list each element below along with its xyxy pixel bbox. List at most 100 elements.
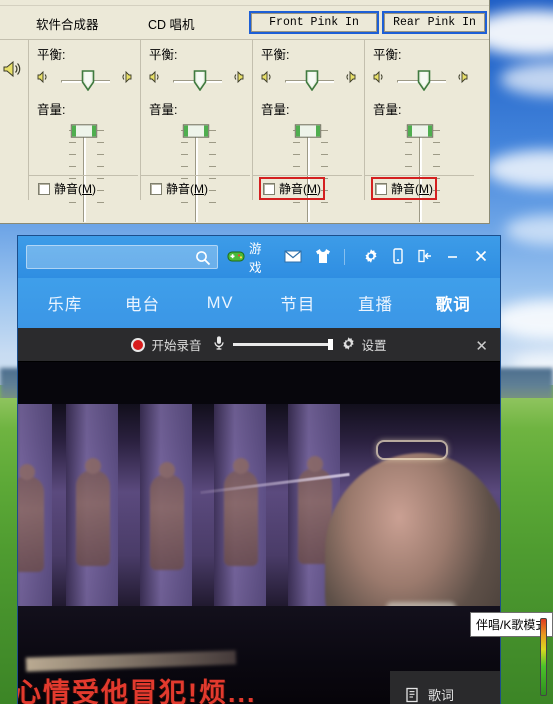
balance-slider-row — [149, 65, 250, 95]
player-context-menu-top: 歌词 MV K 歌 — [390, 671, 500, 704]
volume-slider-wrap — [373, 120, 474, 225]
volume-slider-wrap — [37, 120, 138, 225]
mic-level-thumb[interactable] — [327, 339, 333, 350]
minimize-button[interactable] — [442, 246, 464, 269]
tab-program[interactable]: 节目 — [259, 291, 337, 315]
volume-mixer-window: 软件合成器 CD 唱机 Front Pink In Rear Pink In 平… — [0, 0, 490, 224]
mute-row: 静音(M) — [141, 175, 250, 201]
singer-glasses — [376, 440, 448, 460]
tab-lyrics[interactable]: 歌词 — [414, 291, 492, 315]
mute-label: 静音(M) — [166, 182, 209, 196]
volume-ticks-left — [181, 130, 188, 214]
volume-track[interactable] — [307, 126, 310, 222]
login-button[interactable] — [414, 246, 436, 269]
search-box[interactable] — [26, 245, 218, 269]
mute-checkbox-front-pink-in[interactable]: 静音(M) — [259, 177, 326, 200]
volume-label: 音量: — [261, 103, 290, 117]
volume-thumb[interactable] — [294, 124, 322, 138]
mixer-channels: 平衡: 音量: 静音(M) 平衡: 音量: 静音(M) 平衡: 音量: 静音(M… — [0, 40, 489, 222]
mute-label: 静音(M) — [279, 182, 322, 196]
settings-button[interactable] — [360, 246, 382, 269]
mic-level-track[interactable] — [232, 339, 333, 350]
balance-thumb[interactable] — [417, 70, 430, 92]
checkbox-box[interactable] — [263, 182, 275, 195]
vu-meter — [540, 618, 547, 696]
tab-library[interactable]: 乐库 — [26, 291, 104, 315]
mute-row: 静音(M) — [253, 175, 362, 201]
volume-thumb[interactable] — [406, 124, 434, 138]
login-arrow-icon — [417, 248, 433, 267]
balance-slider-row — [261, 65, 362, 95]
tab-live[interactable]: 直播 — [337, 291, 415, 315]
volume-slider-wrap — [149, 120, 250, 225]
speaker-right-icon — [452, 69, 468, 88]
channel-front-pink-in: 平衡: 音量: 静音(M) — [252, 40, 362, 222]
speaker-right-icon — [340, 69, 356, 88]
search-input[interactable] — [27, 246, 217, 268]
game-button[interactable]: 游戏 — [224, 236, 275, 278]
balance-thumb[interactable] — [305, 70, 318, 92]
channel-synth: 平衡: 音量: 静音(M) — [28, 40, 138, 222]
player-toolbar: 游戏 — [18, 236, 500, 278]
mic-level-slider[interactable] — [212, 335, 333, 354]
device-label-front-pink-in[interactable]: Front Pink In — [249, 11, 379, 34]
master-speaker-icon[interactable] — [2, 58, 24, 83]
volume-thumb[interactable] — [182, 124, 210, 138]
mute-checkbox-synth[interactable]: 静音(M) — [35, 178, 99, 199]
piano-keys — [25, 650, 237, 672]
mute-label: 静音(M) — [391, 182, 434, 196]
search-icon[interactable] — [195, 250, 211, 271]
microphone-icon — [212, 335, 226, 354]
speaker-left-icon — [149, 69, 165, 88]
device-label-rear-pink-in[interactable]: Rear Pink In — [382, 11, 487, 34]
checkbox-box[interactable] — [150, 182, 162, 195]
mute-checkbox-cd[interactable]: 静音(M) — [147, 178, 211, 199]
balance-thumb[interactable] — [193, 70, 206, 92]
device-label-synth: 软件合成器 — [36, 18, 99, 32]
volume-ticks-right — [97, 130, 104, 214]
balance-thumb[interactable] — [81, 70, 94, 92]
balance-label: 平衡: — [261, 48, 290, 62]
recording-bar: 开始录音 设置 ✕ — [18, 328, 500, 362]
tab-mv[interactable]: MV — [181, 294, 259, 313]
toolbar-divider — [344, 249, 345, 265]
volume-track[interactable] — [419, 126, 422, 222]
tshirt-icon — [314, 248, 332, 267]
menu-item-lyrics[interactable]: 歌词 — [390, 677, 500, 704]
recording-settings-label: 设置 — [361, 339, 387, 353]
mute-row: 静音(M) — [29, 175, 138, 201]
recording-settings-button[interactable]: 设置 — [341, 335, 387, 354]
mail-button[interactable] — [281, 247, 305, 268]
game-button-label: 游戏 — [248, 242, 262, 275]
mute-checkbox-rear-pink-in[interactable]: 静音(M) — [371, 177, 438, 200]
volume-ticks-right — [433, 130, 440, 214]
tab-radio[interactable]: 电台 — [104, 291, 182, 315]
menu-item-lyrics-label: 歌词 — [428, 688, 455, 703]
start-recording-label: 开始录音 — [151, 339, 202, 353]
close-icon — [473, 248, 489, 267]
volume-track[interactable] — [83, 126, 86, 222]
video-player-area[interactable]: 心情受他冒犯!烦... — [18, 362, 500, 704]
balance-label: 平衡: — [373, 48, 402, 62]
gear-icon — [341, 336, 356, 354]
device-label-cd: CD 唱机 — [148, 18, 195, 32]
phone-icon — [391, 247, 405, 267]
start-recording-button[interactable]: 开始录音 — [131, 335, 202, 354]
dancer-silhouette — [76, 458, 110, 566]
close-button[interactable] — [470, 246, 492, 269]
document-icon — [404, 687, 420, 703]
recording-close-icon[interactable]: ✕ — [475, 337, 488, 355]
gamepad-icon — [227, 249, 245, 266]
checkbox-box[interactable] — [38, 182, 50, 195]
speaker-left-icon — [37, 69, 53, 88]
volume-track[interactable] — [195, 126, 198, 222]
checkbox-box[interactable] — [375, 182, 387, 195]
player-nav-tabs: 乐库 电台 MV 节目 直播 歌词 — [18, 278, 500, 328]
mobile-button[interactable] — [388, 246, 408, 269]
volume-thumb[interactable] — [70, 124, 98, 138]
channel-cd: 平衡: 音量: 静音(M) — [140, 40, 250, 222]
device-label-rear-pink-in-text: Rear Pink In — [384, 13, 485, 32]
mixer-device-header: 软件合成器 CD 唱机 Front Pink In Rear Pink In — [0, 6, 489, 40]
gear-icon — [363, 248, 379, 267]
skin-button[interactable] — [311, 246, 335, 269]
